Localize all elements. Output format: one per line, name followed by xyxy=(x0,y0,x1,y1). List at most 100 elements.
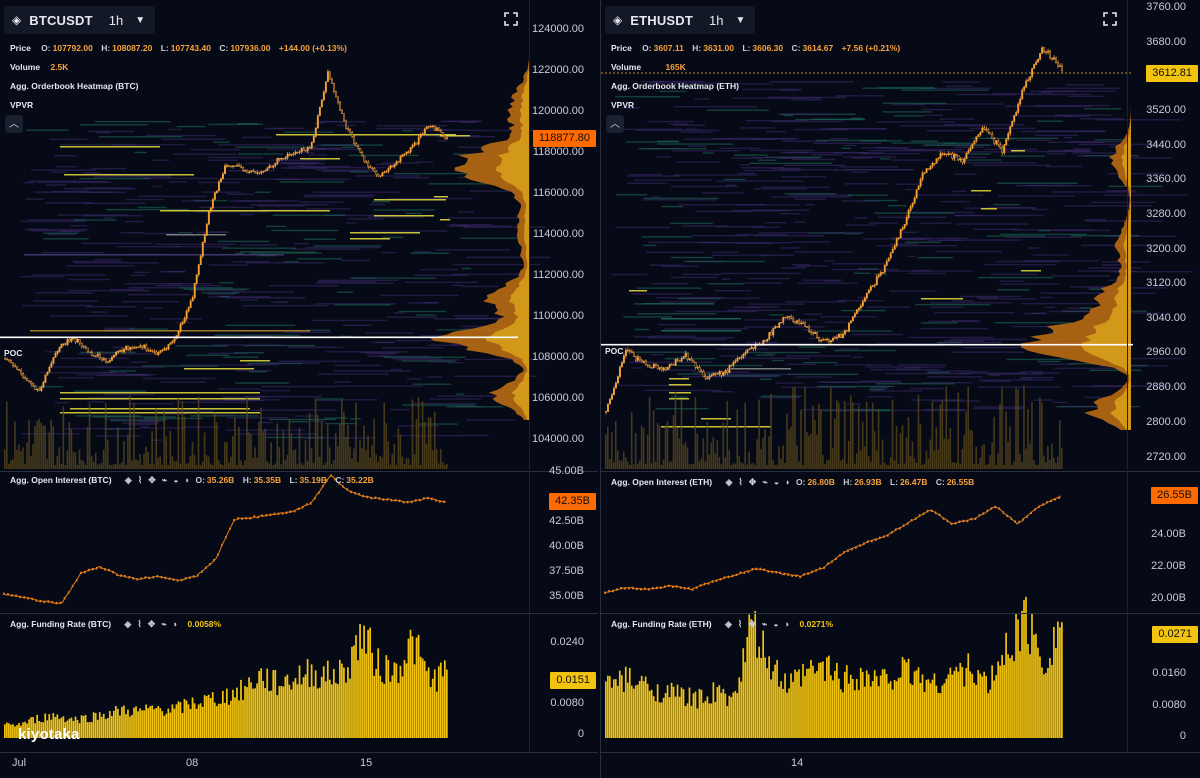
deribit-icon[interactable]: ◗ xyxy=(173,619,178,629)
chevron-down-icon[interactable]: ▼ xyxy=(135,15,145,26)
heatmap-order-level xyxy=(839,348,859,350)
bitmex-icon[interactable]: ⌁ xyxy=(161,619,166,630)
funding-bar xyxy=(822,661,824,738)
chevron-down-icon[interactable]: ▼ xyxy=(736,15,746,26)
bybit-icon[interactable]: ⌇ xyxy=(138,475,142,486)
bitmex-icon[interactable]: ⌁ xyxy=(762,477,767,488)
funding-bar xyxy=(790,673,792,738)
heatmap-order-level xyxy=(240,299,258,301)
okx-icon[interactable]: ✥ xyxy=(148,619,156,630)
eth-volume-legend[interactable]: Volume 165K xyxy=(611,62,692,72)
candle xyxy=(359,148,362,153)
eth-heatmap-legend[interactable]: Agg. Orderbook Heatmap (ETH) xyxy=(611,81,739,91)
btc-volume-legend[interactable]: Volume 2.5K xyxy=(10,62,74,72)
bitmex-icon[interactable]: ⌁ xyxy=(162,475,167,486)
hyperliquid-icon[interactable]: ◒ xyxy=(774,477,779,487)
heatmap-order-level xyxy=(651,354,664,356)
fullscreen-icon[interactable] xyxy=(1103,12,1117,26)
volume-bar xyxy=(139,454,141,469)
timeframe-label[interactable]: 1h xyxy=(709,13,723,28)
okx-icon[interactable]: ✥ xyxy=(749,477,757,488)
heatmap-order-level xyxy=(781,151,869,154)
heatmap-order-level xyxy=(734,242,773,244)
timeframe-label[interactable]: 1h xyxy=(109,13,123,28)
binance-icon[interactable]: ◈ xyxy=(725,619,732,630)
eth-vpvr-legend[interactable]: VPVR xyxy=(611,100,634,110)
funding-bar xyxy=(389,681,392,738)
btc-vpvr-legend[interactable]: VPVR xyxy=(10,100,33,110)
volume-bar xyxy=(324,462,327,469)
btc-chart-panel[interactable]: ◈ BTCUSDT 1h ▼ Price O: 107792.00 H: 10808… xyxy=(0,0,598,778)
eth-pane-divider-2[interactable] xyxy=(601,613,1200,614)
volume-bar xyxy=(44,425,46,469)
binance-icon[interactable]: ◈ xyxy=(725,477,732,488)
okx-icon[interactable]: ✥ xyxy=(748,619,756,630)
volume-bar xyxy=(702,438,705,469)
volume-bar xyxy=(359,440,361,469)
candle xyxy=(686,352,689,360)
eth-oi-legend[interactable]: Agg. Open Interest (ETH) ◈ ⌇ ✥ ⌁ ◒ ◗ O: 26.80B… xyxy=(611,477,980,488)
hyperliquid-icon[interactable]: ◒ xyxy=(173,475,178,485)
bybit-icon[interactable]: ⌇ xyxy=(738,477,742,488)
eth-funding-legend[interactable]: Agg. Funding Rate (ETH) ◈ ⌇ ✥ ⌁ ◒ ◗ 0.0271% xyxy=(611,619,833,630)
heatmap-order-level xyxy=(796,265,828,267)
funding-bar xyxy=(437,666,440,738)
volume-bar xyxy=(16,449,18,469)
candle xyxy=(6,358,8,360)
eth-chart-canvas[interactable] xyxy=(601,0,1200,778)
candle xyxy=(157,352,160,355)
heatmap-order-level xyxy=(891,142,957,144)
okx-icon[interactable]: ✥ xyxy=(148,475,156,486)
deribit-icon[interactable]: ◗ xyxy=(785,619,790,629)
btc-symbol-selector[interactable]: ◈ BTCUSDT 1h ▼ xyxy=(4,6,156,34)
funding-bar xyxy=(772,671,774,738)
btc-pane-divider-1[interactable] xyxy=(0,471,598,472)
heatmap-order-level xyxy=(1036,120,1064,122)
hyperliquid-icon[interactable]: ◒ xyxy=(773,619,778,629)
collapse-legend-button[interactable]: ︿ xyxy=(5,115,23,133)
candle xyxy=(278,157,281,160)
fullscreen-icon[interactable] xyxy=(504,12,518,26)
btc-pane-divider-2[interactable] xyxy=(0,613,598,614)
funding-bar xyxy=(213,702,216,738)
volume-bar xyxy=(1027,409,1029,469)
funding-bar xyxy=(373,675,376,738)
funding-bar xyxy=(226,688,228,738)
eth-symbol-selector[interactable]: ◈ ETHUSDT 1h ▼ xyxy=(605,6,756,34)
eth-pane-divider-1[interactable] xyxy=(601,471,1200,472)
volume-bar xyxy=(217,460,220,469)
heatmap-order-level xyxy=(72,260,122,263)
volume-bar xyxy=(131,460,133,469)
bitmex-icon[interactable]: ⌁ xyxy=(762,619,767,630)
binance-icon[interactable]: ◈ xyxy=(124,619,131,630)
heatmap-order-level xyxy=(160,381,206,383)
heatmap-order-level xyxy=(26,198,44,200)
candle xyxy=(383,171,386,174)
heatmap-order-level xyxy=(997,289,1030,291)
volume-bar xyxy=(820,409,822,469)
candle xyxy=(991,133,994,139)
deribit-icon[interactable]: ◗ xyxy=(785,477,790,487)
volume-bar xyxy=(857,405,860,469)
btc-heatmap-legend[interactable]: Agg. Orderbook Heatmap (BTC) xyxy=(10,81,138,91)
volume-bar xyxy=(207,456,210,469)
btc-chart-canvas[interactable] xyxy=(0,0,598,778)
candle xyxy=(634,356,637,361)
candle xyxy=(347,128,350,130)
funding-bar xyxy=(702,702,705,738)
candle xyxy=(1035,61,1038,65)
volume-bar xyxy=(270,442,273,469)
collapse-legend-button[interactable]: ︿ xyxy=(606,115,624,133)
eth-chart-panel[interactable]: ◈ ETHUSDT 1h ▼ Price O: 3607.11 H: 3631.00… xyxy=(600,0,1200,778)
funding-bar xyxy=(183,699,186,738)
heatmap-order-level xyxy=(658,323,696,326)
funding-bar xyxy=(127,709,129,738)
heatmap-order-level xyxy=(1042,90,1116,92)
deribit-icon[interactable]: ◗ xyxy=(185,475,190,485)
btc-oi-legend[interactable]: Agg. Open Interest (BTC) ◈ ⌇ ✥ ⌁ ◒ ◗ O: 35.26B… xyxy=(10,475,380,486)
btc-funding-legend[interactable]: Agg. Funding Rate (BTC) ◈ ⌇ ✥ ⌁ ◗ 0.0058% xyxy=(10,619,221,630)
binance-icon[interactable]: ◈ xyxy=(125,475,132,486)
volume-bar xyxy=(121,462,123,469)
bybit-icon[interactable]: ⌇ xyxy=(738,619,742,630)
bybit-icon[interactable]: ⌇ xyxy=(137,619,141,630)
